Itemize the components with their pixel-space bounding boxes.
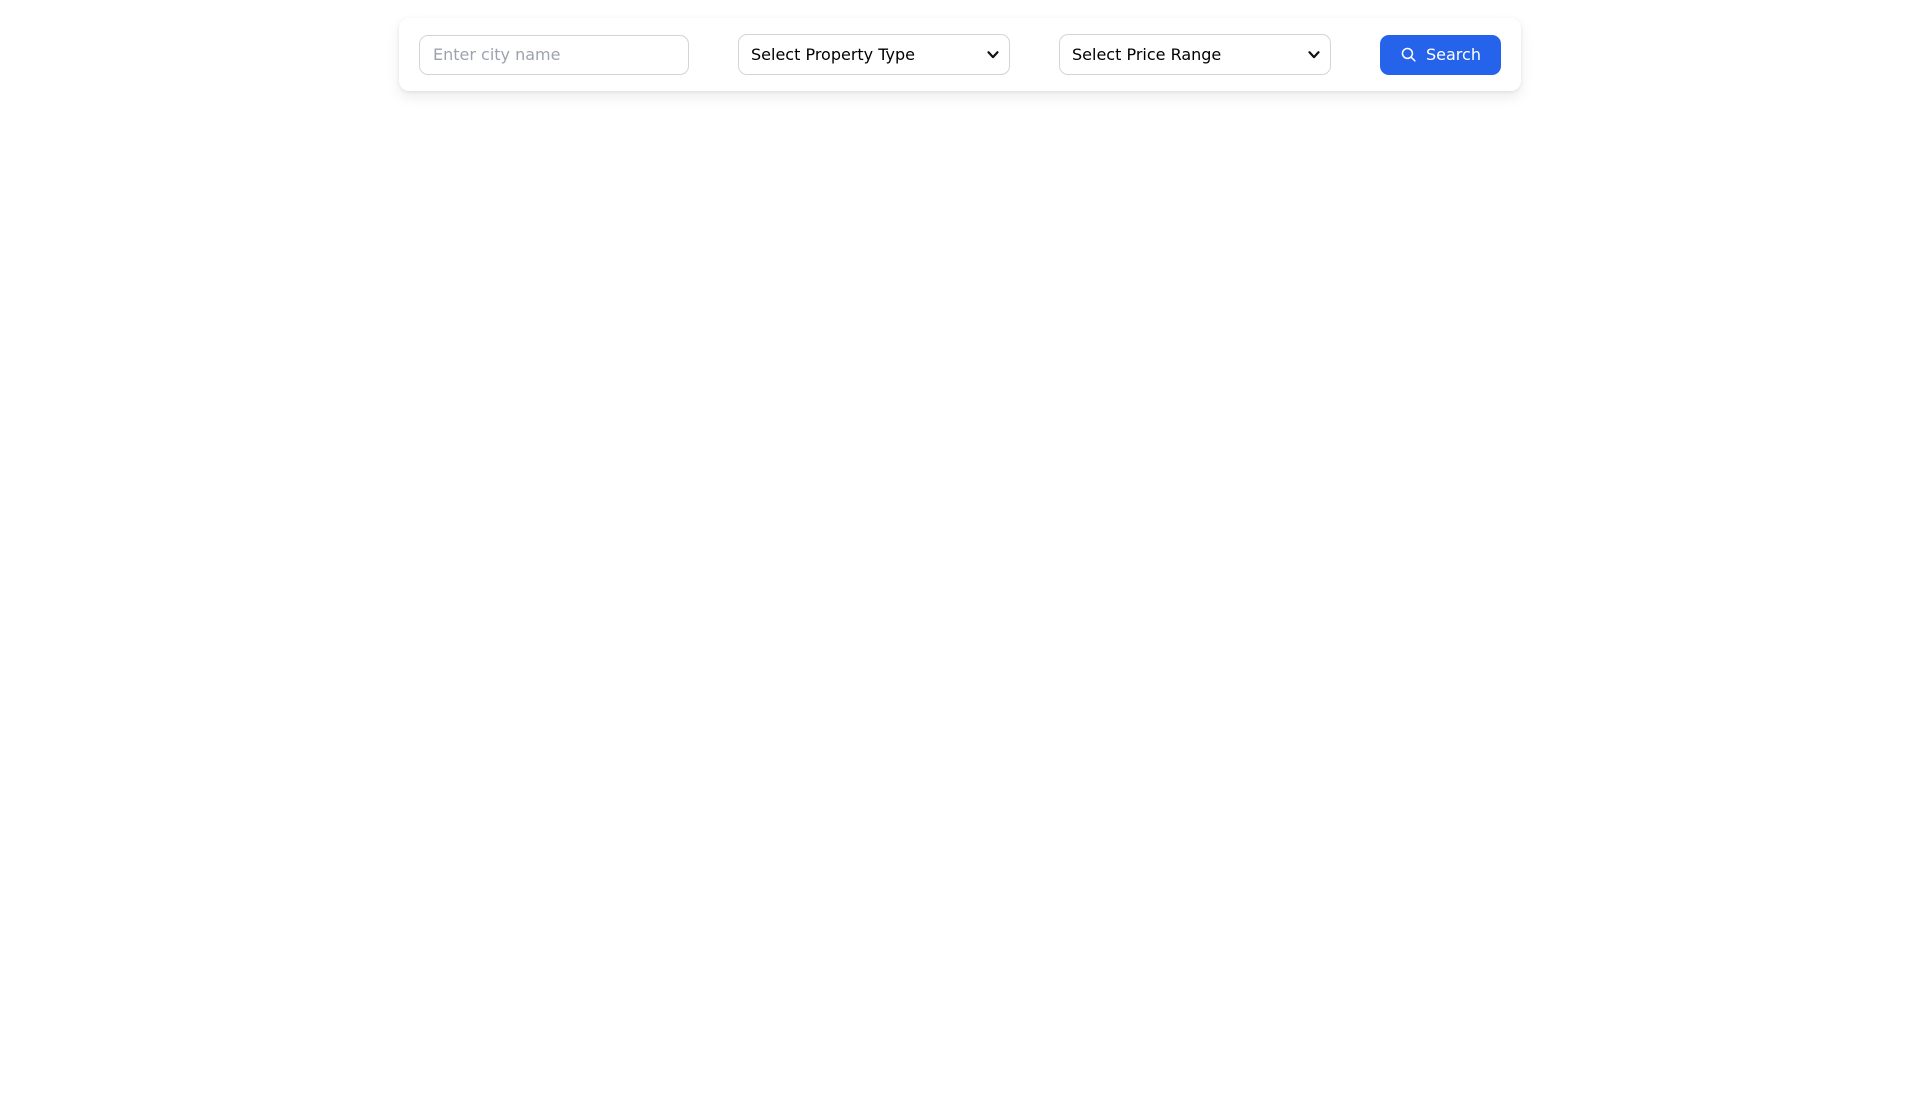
page: Select Property Type Select Price Range [0,18,1920,1098]
search-bar-card: Select Property Type Select Price Range [399,18,1521,91]
price-range-select-wrap: Select Price Range [1059,34,1331,75]
property-type-select-wrap: Select Property Type [738,34,1010,75]
city-name-input[interactable] [419,34,689,75]
search-button[interactable]: Search [1380,34,1501,75]
search-icon [1400,46,1417,63]
search-button-label: Search [1426,44,1481,64]
price-range-select[interactable]: Select Price Range [1059,34,1331,75]
property-type-select[interactable]: Select Property Type [738,34,1010,75]
